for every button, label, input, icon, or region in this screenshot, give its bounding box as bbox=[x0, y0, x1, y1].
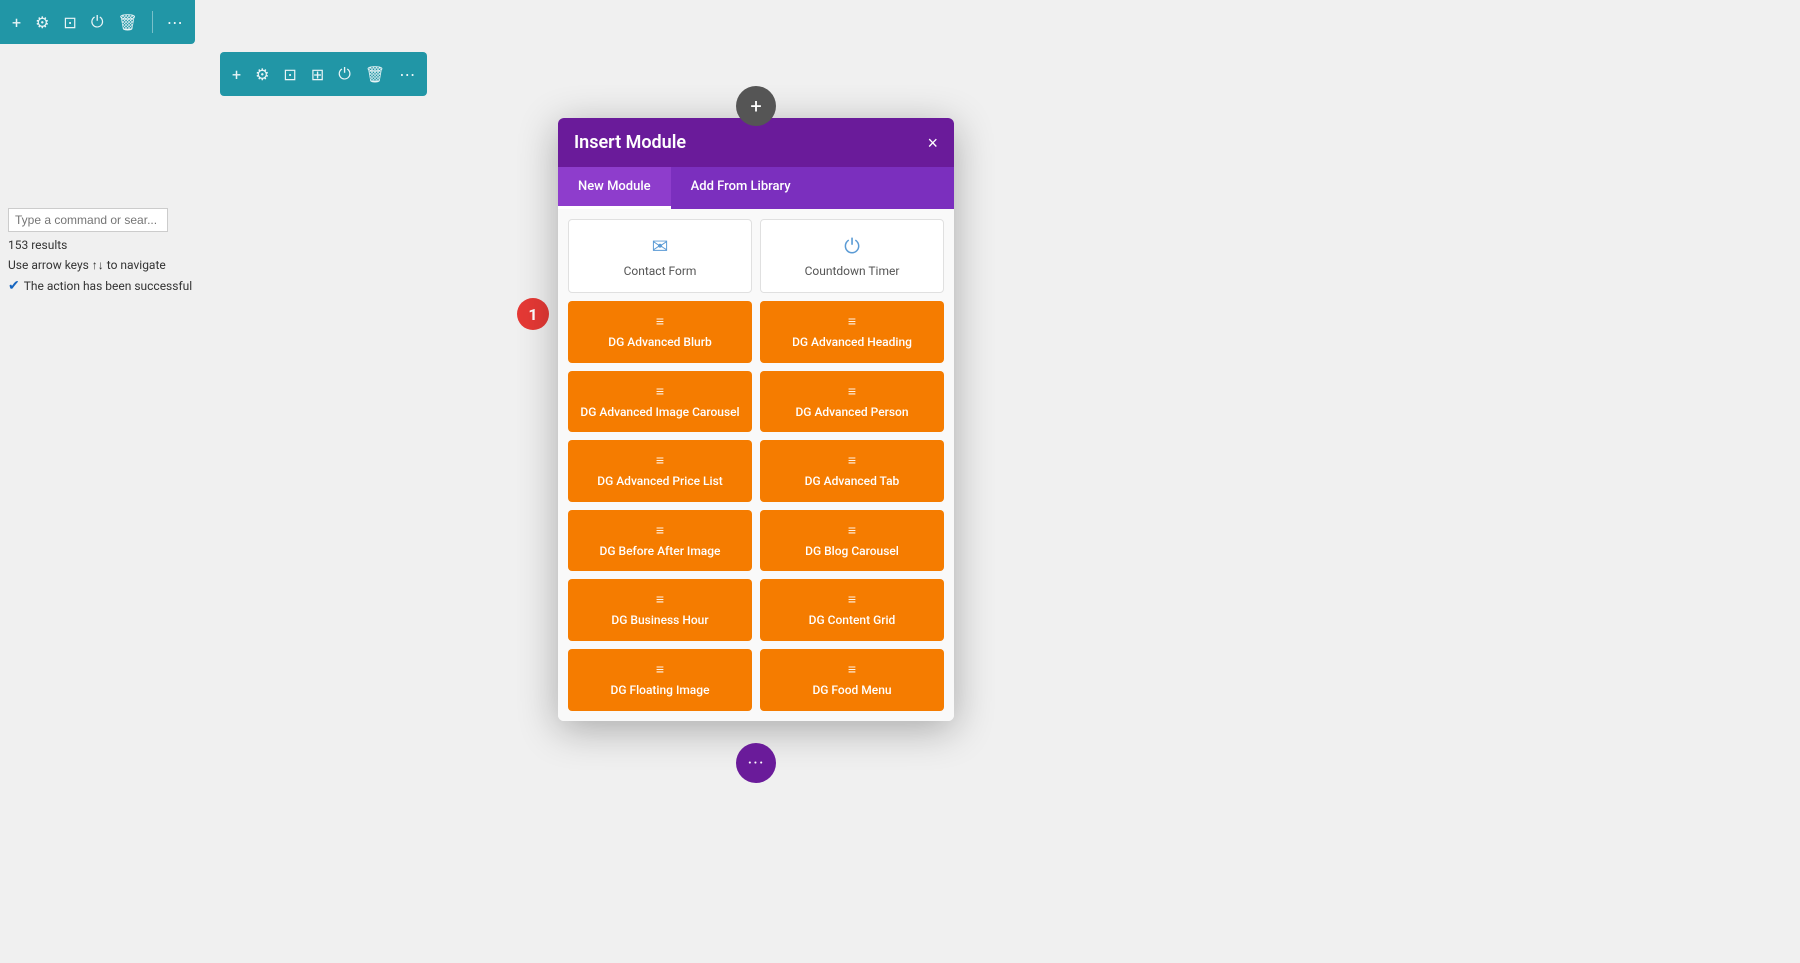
add-icon-2[interactable]: + bbox=[232, 65, 241, 84]
dots-icon-2[interactable]: ⋯ bbox=[399, 65, 415, 84]
dg-floating-image-module[interactable]: ≡ DG Floating Image bbox=[568, 649, 752, 711]
layout-icon[interactable]: ⊡ bbox=[63, 13, 76, 32]
dots-icon[interactable]: ⋯ bbox=[167, 13, 183, 32]
menu-icon-7: ≡ bbox=[656, 522, 664, 539]
dg-advanced-blurb-label: DG Advanced Blurb bbox=[608, 335, 711, 351]
toolbar-divider bbox=[152, 11, 153, 33]
menu-icon-8: ≡ bbox=[848, 522, 856, 539]
countdown-timer-module[interactable]: ⏻ Countdown Timer bbox=[760, 219, 944, 293]
nav-hint: Use arrow keys ↑↓ to navigate bbox=[8, 258, 192, 272]
dg-blog-carousel-label: DG Blog Carousel bbox=[805, 544, 899, 560]
dg-advanced-image-carousel-label: DG Advanced Image Carousel bbox=[580, 405, 739, 421]
module-list: ✉ Contact Form ⏻ Countdown Timer ≡ DG Ad… bbox=[558, 209, 954, 721]
power-circle-icon: ⏻ bbox=[844, 234, 860, 258]
dg-advanced-image-carousel-module[interactable]: ≡ DG Advanced Image Carousel bbox=[568, 371, 752, 433]
dg-food-menu-module[interactable]: ≡ DG Food Menu bbox=[760, 649, 944, 711]
second-toolbar: + ⚙ ⊡ ⊞ ⏻ 🗑 ⋯ bbox=[220, 52, 427, 96]
modal-title: Insert Module bbox=[574, 132, 686, 153]
trash-icon-2[interactable]: 🗑 bbox=[365, 65, 385, 84]
contact-form-module[interactable]: ✉ Contact Form bbox=[568, 219, 752, 293]
add-icon[interactable]: + bbox=[12, 13, 21, 32]
dg-floating-image-label: DG Floating Image bbox=[610, 683, 709, 699]
gear-icon[interactable]: ⚙ bbox=[35, 13, 49, 32]
dg-before-after-image-label: DG Before After Image bbox=[600, 544, 721, 560]
dg-advanced-tab-module[interactable]: ≡ DG Advanced Tab bbox=[760, 440, 944, 502]
menu-icon-5: ≡ bbox=[656, 452, 664, 469]
menu-icon-4: ≡ bbox=[848, 383, 856, 400]
dg-food-menu-label: DG Food Menu bbox=[812, 683, 891, 699]
check-icon: ✔ bbox=[8, 278, 20, 294]
dots-button-bottom[interactable]: ··· bbox=[736, 743, 776, 783]
dg-advanced-heading-label: DG Advanced Heading bbox=[792, 335, 912, 351]
success-message: ✔ The action has been successful bbox=[8, 278, 192, 294]
modal-overlay: Insert Module × New Module Add From Libr… bbox=[0, 0, 1800, 963]
menu-icon-6: ≡ bbox=[848, 452, 856, 469]
modal-tabs: New Module Add From Library bbox=[558, 167, 954, 209]
orange-modules-grid: ≡ DG Advanced Blurb ≡ DG Advanced Headin… bbox=[568, 301, 944, 711]
modal-close-button[interactable]: × bbox=[927, 134, 938, 152]
dg-advanced-tab-label: DG Advanced Tab bbox=[805, 474, 900, 490]
layout-icon-2[interactable]: ⊡ bbox=[283, 65, 296, 84]
insert-module-modal: Insert Module × New Module Add From Libr… bbox=[558, 118, 954, 721]
top-toolbar: + ⚙ ⊡ ⏻ 🗑 ⋯ bbox=[0, 0, 195, 44]
success-text: The action has been successful bbox=[24, 279, 192, 293]
dg-advanced-blurb-module[interactable]: ≡ DG Advanced Blurb bbox=[568, 301, 752, 363]
dg-content-grid-label: DG Content Grid bbox=[809, 613, 896, 629]
dg-business-hour-module[interactable]: ≡ DG Business Hour bbox=[568, 579, 752, 641]
menu-icon-3: ≡ bbox=[656, 383, 664, 400]
white-modules-row: ✉ Contact Form ⏻ Countdown Timer bbox=[568, 219, 944, 293]
trash-icon[interactable]: 🗑 bbox=[117, 13, 137, 32]
menu-icon-10: ≡ bbox=[848, 591, 856, 608]
menu-icon-9: ≡ bbox=[656, 591, 664, 608]
dg-advanced-person-module[interactable]: ≡ DG Advanced Person bbox=[760, 371, 944, 433]
menu-icon-1: ≡ bbox=[656, 313, 664, 330]
menu-icon-2: ≡ bbox=[848, 313, 856, 330]
dg-advanced-price-list-label: DG Advanced Price List bbox=[597, 474, 723, 490]
dg-blog-carousel-module[interactable]: ≡ DG Blog Carousel bbox=[760, 510, 944, 572]
power-icon-2[interactable]: ⏻ bbox=[338, 64, 351, 84]
add-button-top[interactable]: + bbox=[736, 86, 776, 126]
dg-before-after-image-module[interactable]: ≡ DG Before After Image bbox=[568, 510, 752, 572]
dg-advanced-heading-module[interactable]: ≡ DG Advanced Heading bbox=[760, 301, 944, 363]
countdown-timer-label: Countdown Timer bbox=[805, 264, 900, 278]
results-text: 153 results bbox=[8, 238, 192, 252]
step-badge: 1 bbox=[517, 298, 549, 330]
menu-icon-12: ≡ bbox=[848, 661, 856, 678]
dg-content-grid-module[interactable]: ≡ DG Content Grid bbox=[760, 579, 944, 641]
left-panel: 153 results Use arrow keys ↑↓ to navigat… bbox=[0, 200, 200, 302]
grid-icon[interactable]: ⊞ bbox=[311, 65, 324, 84]
search-input[interactable] bbox=[8, 208, 168, 232]
dg-advanced-price-list-module[interactable]: ≡ DG Advanced Price List bbox=[568, 440, 752, 502]
dg-business-hour-label: DG Business Hour bbox=[611, 613, 708, 629]
tab-new-module[interactable]: New Module bbox=[558, 167, 671, 209]
power-icon[interactable]: ⏻ bbox=[91, 12, 104, 32]
envelope-icon: ✉ bbox=[652, 234, 669, 258]
dg-advanced-person-label: DG Advanced Person bbox=[795, 405, 908, 421]
contact-form-label: Contact Form bbox=[624, 264, 697, 278]
tab-add-from-library[interactable]: Add From Library bbox=[671, 167, 811, 209]
gear-icon-2[interactable]: ⚙ bbox=[255, 65, 269, 84]
menu-icon-11: ≡ bbox=[656, 661, 664, 678]
